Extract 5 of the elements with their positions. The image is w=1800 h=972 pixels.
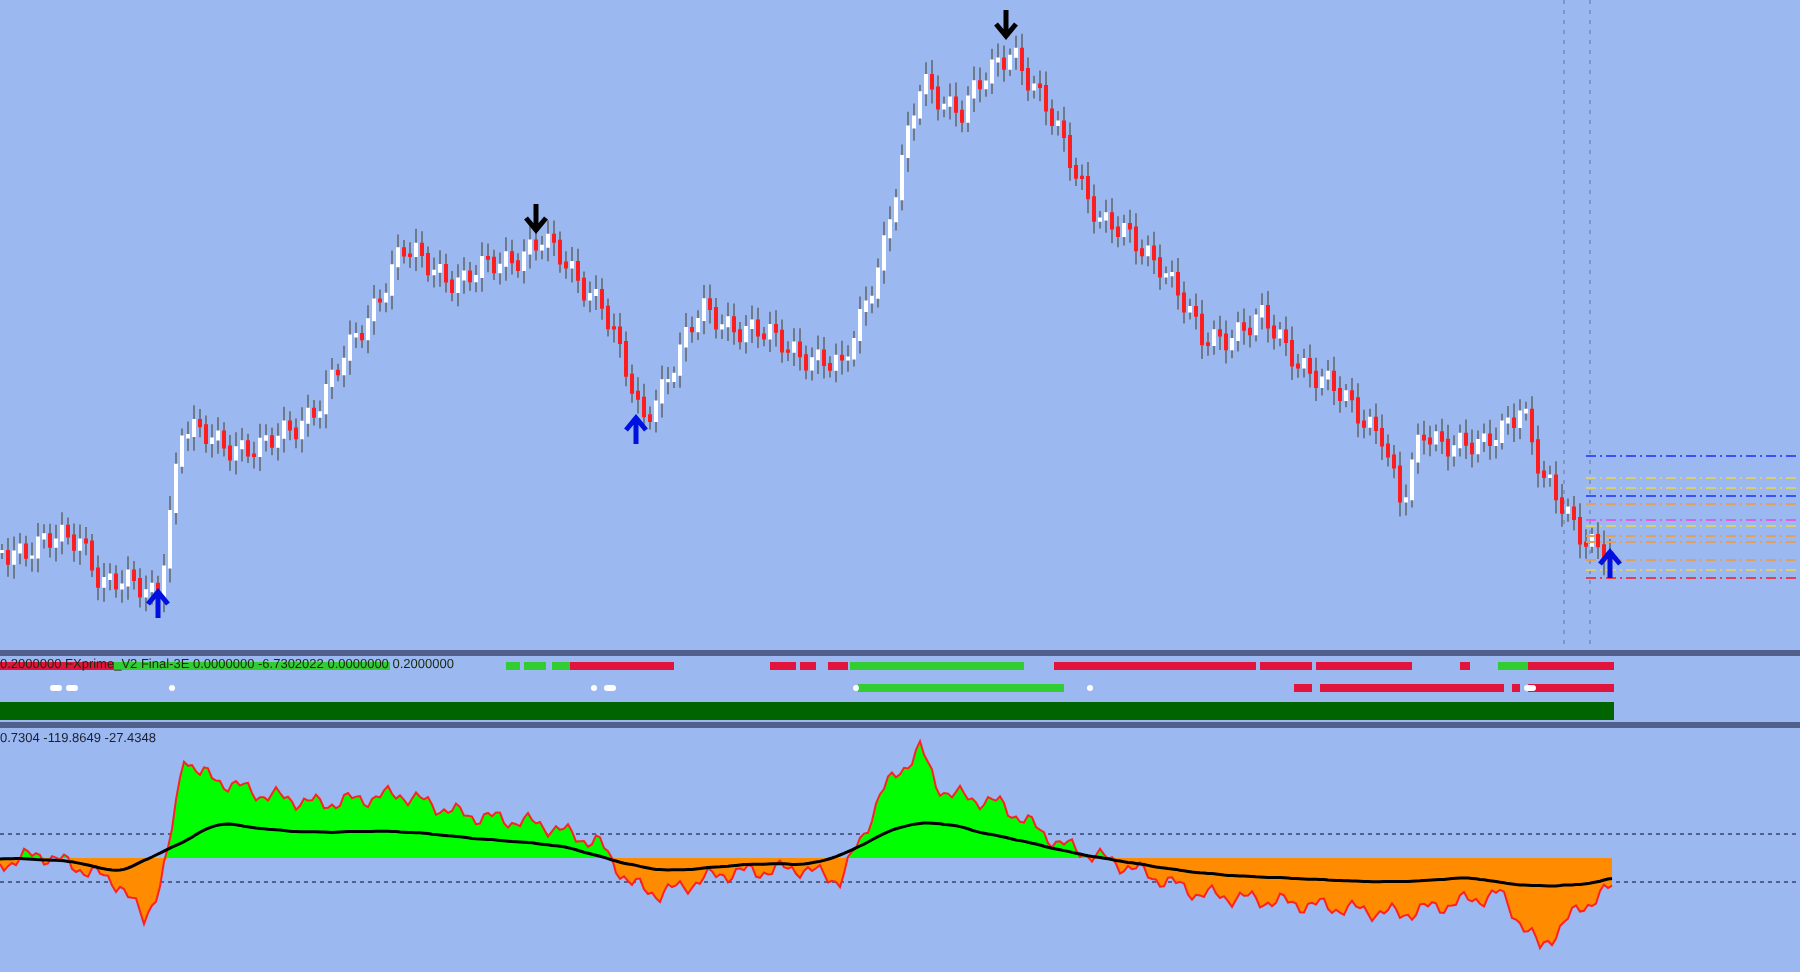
up-arrow-icon (1597, 548, 1623, 581)
down-arrow-icon (993, 7, 1019, 40)
down-arrow-icon (523, 201, 549, 234)
up-arrow-icon (145, 588, 171, 621)
up-arrow-icon (623, 414, 649, 447)
